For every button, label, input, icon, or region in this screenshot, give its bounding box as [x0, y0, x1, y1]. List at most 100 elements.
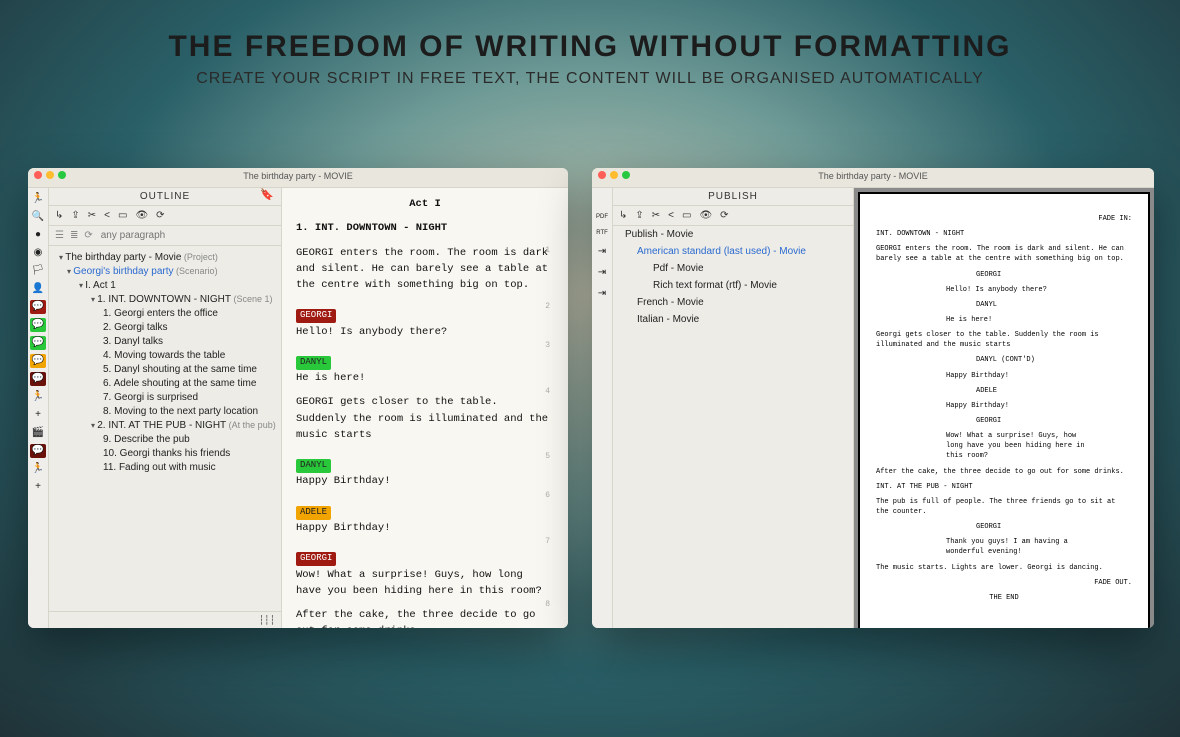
outline-item[interactable]: I. Act 1 — [85, 280, 116, 291]
toolbar-icon-4[interactable]: ▭ — [118, 210, 127, 221]
toolbar-icon-3[interactable]: < — [668, 210, 674, 221]
refresh-icon[interactable]: ⟳ — [84, 230, 92, 241]
publish-row[interactable]: American standard (last used) - Movie — [613, 243, 853, 260]
outline-item[interactable]: 1. INT. DOWNTOWN - NIGHT — [97, 294, 231, 305]
window-titlebar-left[interactable]: The birthday party - MOVIE — [28, 168, 568, 188]
outline-footer[interactable]: ┆┆┆ — [49, 611, 281, 628]
window-titlebar-right[interactable]: The birthday party - MOVIE — [592, 168, 1154, 188]
toolbar-icon-1[interactable]: ⇪ — [71, 210, 79, 221]
search-icon[interactable]: 🔍 — [30, 210, 46, 224]
scene-icon[interactable]: 🎬 — [30, 426, 46, 440]
publish-row[interactable]: Pdf - Movie — [613, 260, 853, 277]
outline-item[interactable]: 11. Fading out with music — [103, 462, 216, 473]
toolbar-icon-1[interactable]: ⇪ — [635, 210, 643, 221]
outline-item[interactable]: 4. Moving towards the table — [103, 350, 225, 361]
outline-row[interactable]: 1. Georgi enters the office — [49, 306, 277, 320]
outline-row[interactable]: Georgi's birthday party (Scenario) — [49, 264, 277, 278]
dialogue-line[interactable]: He is here! — [296, 370, 554, 386]
toolbar-icon-0[interactable]: ↳ — [619, 210, 627, 221]
dialogue-line[interactable]: Hello! Is anybody there? — [296, 324, 554, 340]
publish-item[interactable]: American standard (last used) - Movie — [637, 246, 806, 257]
outline-search-input[interactable] — [99, 229, 275, 242]
close-icon[interactable] — [34, 171, 42, 179]
outline-item[interactable]: 5. Danyl shouting at the same time — [103, 364, 257, 375]
toolbar-icon-6[interactable]: ⟳ — [720, 210, 728, 221]
align-icon[interactable]: ≣ — [70, 230, 78, 241]
flag-icon[interactable]: 🏳 — [30, 264, 46, 278]
toolbar-icon-5[interactable]: 👁 — [699, 210, 712, 221]
dot-icon[interactable]: ● — [30, 228, 46, 242]
add-icon[interactable]: + — [30, 408, 46, 422]
outline-row[interactable]: 8. Moving to the next party location — [49, 404, 277, 418]
script-editor[interactable]: Act I1. INT. DOWNTOWN - NIGHT1GEORGI ent… — [282, 188, 568, 628]
rtf-icon[interactable]: RTF — [596, 230, 608, 236]
dialogue-red-icon[interactable]: 💬 — [30, 300, 46, 314]
outline-row[interactable]: 10. Georgi thanks his friends — [49, 446, 277, 460]
outline-item[interactable]: 9. Describe the pub — [103, 434, 190, 445]
outline-row[interactable]: I. Act 1 — [49, 278, 277, 292]
outline-item[interactable]: 6. Adele shouting at the same time — [103, 378, 256, 389]
toolbar-icon-2[interactable]: ✂ — [652, 210, 660, 221]
outline-item[interactable]: 1. Georgi enters the office — [103, 308, 218, 319]
outline-item[interactable]: 10. Georgi thanks his friends — [103, 448, 230, 459]
outline-item[interactable]: The birthday party - Movie — [65, 252, 181, 263]
action-line[interactable]: GEORGI gets closer to the table. Suddenl… — [296, 394, 554, 443]
toolbar-icon-3[interactable]: < — [104, 210, 110, 221]
dialogue-darkred2-icon[interactable]: 💬 — [30, 444, 46, 458]
toolbar-icon-2[interactable]: ✂ — [88, 210, 96, 221]
outline-item[interactable]: 3. Danyl talks — [103, 336, 163, 347]
dialogue-line[interactable]: Happy Birthday! — [296, 520, 554, 536]
publish-row[interactable]: Italian - Movie — [613, 311, 853, 328]
export2-icon[interactable]: ⇥ — [598, 267, 606, 278]
character-tag[interactable]: DANYL — [296, 356, 331, 370]
publish-item[interactable]: Pdf - Movie — [653, 263, 704, 274]
publish-item[interactable]: Italian - Movie — [637, 314, 699, 325]
export3-icon[interactable]: ⇥ — [598, 288, 606, 299]
page-preview[interactable]: FADE IN:INT. DOWNTOWN - NIGHTGEORGI ente… — [854, 188, 1154, 628]
action2-icon[interactable]: 🏃 — [30, 462, 46, 476]
publish-item[interactable]: Rich text format (rtf) - Movie — [653, 280, 777, 291]
maximize-icon[interactable] — [58, 171, 66, 179]
outline-item[interactable]: 7. Georgi is surprised — [103, 392, 198, 403]
action-icon[interactable]: 🏃 — [30, 390, 46, 404]
add2-icon[interactable]: + — [30, 480, 46, 494]
outline-row[interactable]: 5. Danyl shouting at the same time — [49, 362, 277, 376]
dialogue-darkred-icon[interactable]: 💬 — [30, 372, 46, 386]
outline-row[interactable]: 1. INT. DOWNTOWN - NIGHT (Scene 1) — [49, 292, 277, 306]
outline-row[interactable]: 4. Moving towards the table — [49, 348, 277, 362]
dialogue-green2-icon[interactable]: 💬 — [30, 336, 46, 350]
outline-row[interactable]: 9. Describe the pub — [49, 432, 277, 446]
outline-item[interactable]: 2. Georgi talks — [103, 322, 167, 333]
publish-row[interactable]: Publish - Movie — [613, 226, 853, 243]
character-tag[interactable]: GEORGI — [296, 309, 336, 323]
toolbar-icon-4[interactable]: ▭ — [682, 210, 691, 221]
maximize-icon[interactable] — [622, 171, 630, 179]
person-icon[interactable]: 👤 — [30, 282, 46, 296]
dialogue-line[interactable]: Wow! What a surprise! Guys, how long hav… — [296, 567, 554, 600]
outline-tree[interactable]: The birthday party - Movie (Project)Geor… — [49, 246, 281, 611]
action-line[interactable]: After the cake, the three decide to go o… — [296, 607, 554, 628]
pdf-icon[interactable]: PDF — [596, 214, 608, 220]
target-icon[interactable]: ◉ — [30, 246, 46, 260]
scene-heading[interactable]: 1. INT. DOWNTOWN - NIGHT — [296, 220, 554, 236]
character-tag[interactable]: GEORGI — [296, 552, 336, 566]
character-tag[interactable]: ADELE — [296, 506, 331, 520]
minimize-icon[interactable] — [610, 171, 618, 179]
toolbar-icon-5[interactable]: 👁 — [135, 210, 148, 221]
bookmark-icon[interactable]: 🔖 — [260, 188, 275, 201]
outline-row[interactable]: 3. Danyl talks — [49, 334, 277, 348]
publish-tree[interactable]: Publish - Movie American standard (last u… — [613, 226, 853, 328]
outline-item[interactable]: Georgi's birthday party — [73, 266, 173, 277]
outline-row[interactable]: 2. INT. AT THE PUB - NIGHT (At the pub) — [49, 418, 277, 432]
traffic-lights[interactable] — [34, 171, 66, 179]
list-icon[interactable]: ☰ — [55, 230, 64, 241]
character-icon[interactable]: 🏃 — [30, 192, 46, 206]
traffic-lights[interactable] — [598, 171, 630, 179]
close-icon[interactable] — [598, 171, 606, 179]
publish-item[interactable]: French - Movie — [637, 297, 704, 308]
dialogue-orange-icon[interactable]: 💬 — [30, 354, 46, 368]
character-tag[interactable]: DANYL — [296, 459, 331, 473]
export-icon[interactable]: ⇥ — [598, 246, 606, 257]
editor-body[interactable]: Act I1. INT. DOWNTOWN - NIGHT1GEORGI ent… — [282, 188, 568, 628]
outline-item[interactable]: 8. Moving to the next party location — [103, 406, 258, 417]
